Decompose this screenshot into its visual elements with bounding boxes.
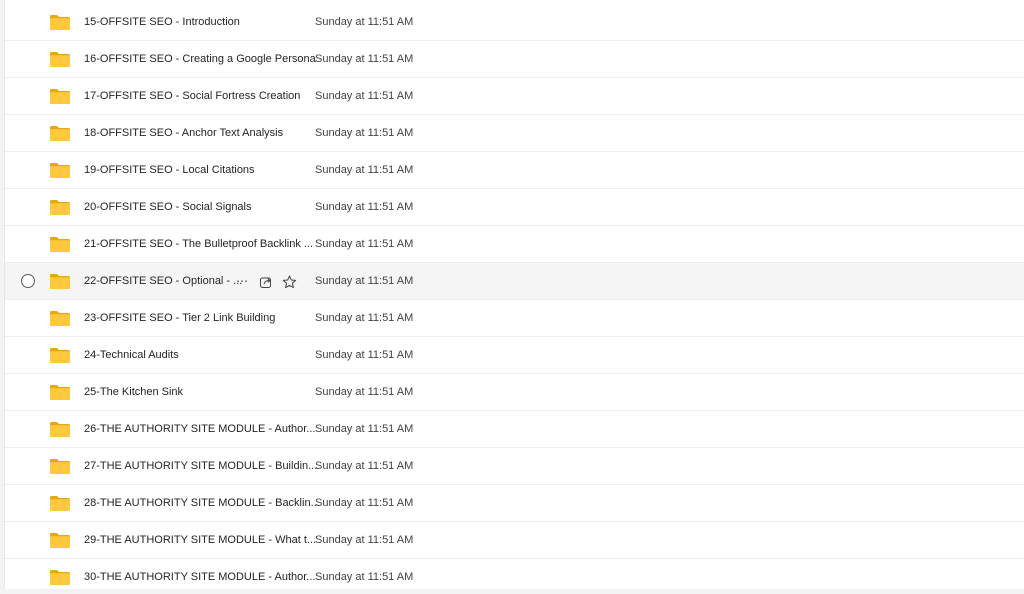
folder-icon [49, 347, 71, 364]
folder-icon [49, 569, 71, 586]
folder-icon [49, 384, 71, 401]
file-name[interactable]: 22-OFFSITE SEO - Optional - ... [84, 263, 242, 300]
folder-icon [49, 14, 71, 31]
date-modified: Sunday at 11:51 AM [315, 534, 414, 546]
file-row[interactable]: 23-OFFSITE SEO - Tier 2 Link Building Su… [5, 300, 1024, 337]
date-modified: Sunday at 11:51 AM [315, 238, 414, 250]
date-modified: Sunday at 11:51 AM [315, 90, 414, 102]
file-name[interactable]: 27-THE AUTHORITY SITE MODULE - Buildin..… [84, 448, 317, 485]
date-modified: Sunday at 11:51 AM [315, 460, 414, 472]
file-row[interactable]: 15-OFFSITE SEO - Introduction Sunday at … [5, 4, 1024, 41]
share-icon[interactable] [259, 275, 273, 289]
folder-icon [49, 495, 71, 512]
file-name[interactable]: 18-OFFSITE SEO - Anchor Text Analysis [84, 115, 283, 152]
file-row[interactable]: 26-THE AUTHORITY SITE MODULE - Author...… [5, 411, 1024, 448]
bottom-edge [0, 589, 1024, 594]
date-modified: Sunday at 11:51 AM [315, 386, 414, 398]
date-modified: Sunday at 11:51 AM [315, 201, 414, 213]
file-row[interactable]: 20-OFFSITE SEO - Social Signals Sunday a… [5, 189, 1024, 226]
file-name[interactable]: 23-OFFSITE SEO - Tier 2 Link Building [84, 300, 275, 337]
date-modified: Sunday at 11:51 AM [315, 571, 414, 583]
file-row[interactable]: 30-THE AUTHORITY SITE MODULE - Author...… [5, 559, 1024, 589]
row-actions: ⋯ [234, 273, 297, 290]
date-modified: Sunday at 11:51 AM [315, 349, 414, 361]
date-modified: Sunday at 11:51 AM [315, 53, 414, 65]
date-modified: Sunday at 11:51 AM [315, 497, 414, 509]
date-modified: Sunday at 11:51 AM [315, 275, 414, 287]
folder-icon [49, 458, 71, 475]
file-row[interactable]: 25-The Kitchen Sink Sunday at 11:51 AM [5, 374, 1024, 411]
file-name[interactable]: 25-The Kitchen Sink [84, 374, 183, 411]
file-row[interactable]: 17-OFFSITE SEO - Social Fortress Creatio… [5, 78, 1024, 115]
folder-icon [49, 532, 71, 549]
file-name[interactable]: 17-OFFSITE SEO - Social Fortress Creatio… [84, 78, 300, 115]
folder-icon [49, 421, 71, 438]
folder-icon [49, 88, 71, 105]
file-list-pane: 15-OFFSITE SEO - Introduction Sunday at … [4, 0, 1024, 589]
date-modified: Sunday at 11:51 AM [315, 127, 414, 139]
date-modified: Sunday at 11:51 AM [315, 423, 414, 435]
file-name[interactable]: 20-OFFSITE SEO - Social Signals [84, 189, 252, 226]
file-name[interactable]: 15-OFFSITE SEO - Introduction [84, 4, 240, 41]
file-row[interactable]: 16-OFFSITE SEO - Creating a Google Perso… [5, 41, 1024, 78]
file-list: 15-OFFSITE SEO - Introduction Sunday at … [5, 4, 1024, 589]
folder-icon [49, 51, 71, 68]
file-name[interactable]: 19-OFFSITE SEO - Local Citations [84, 152, 255, 189]
favorite-star-icon[interactable] [282, 275, 297, 289]
file-row[interactable]: 28-THE AUTHORITY SITE MODULE - Backlin..… [5, 485, 1024, 522]
file-name[interactable]: 30-THE AUTHORITY SITE MODULE - Author... [84, 559, 315, 589]
file-row[interactable]: 27-THE AUTHORITY SITE MODULE - Buildin..… [5, 448, 1024, 485]
folder-icon [49, 273, 71, 290]
date-modified: Sunday at 11:51 AM [315, 16, 414, 28]
file-row[interactable]: 19-OFFSITE SEO - Local Citations Sunday … [5, 152, 1024, 189]
date-modified: Sunday at 11:51 AM [315, 312, 414, 324]
folder-icon [49, 310, 71, 327]
file-name[interactable]: 26-THE AUTHORITY SITE MODULE - Author... [84, 411, 315, 448]
file-name[interactable]: 16-OFFSITE SEO - Creating a Google Perso… [84, 41, 316, 78]
file-row[interactable]: 21-OFFSITE SEO - The Bulletproof Backlin… [5, 226, 1024, 263]
file-row[interactable]: 24-Technical Audits Sunday at 11:51 AM [5, 337, 1024, 374]
file-row[interactable]: 29-THE AUTHORITY SITE MODULE - What t...… [5, 522, 1024, 559]
folder-icon [49, 125, 71, 142]
folder-icon [49, 236, 71, 253]
date-modified: Sunday at 11:51 AM [315, 164, 414, 176]
select-checkbox[interactable] [21, 274, 35, 288]
file-row[interactable]: 22-OFFSITE SEO - Optional - ... Sunday a… [5, 263, 1024, 300]
more-options-icon[interactable]: ⋯ [234, 273, 250, 290]
file-name[interactable]: 28-THE AUTHORITY SITE MODULE - Backlin..… [84, 485, 320, 522]
folder-icon [49, 199, 71, 216]
file-explorer-window: 15-OFFSITE SEO - Introduction Sunday at … [0, 0, 1024, 594]
file-row[interactable]: 18-OFFSITE SEO - Anchor Text Analysis Su… [5, 115, 1024, 152]
file-name[interactable]: 21-OFFSITE SEO - The Bulletproof Backlin… [84, 226, 313, 263]
file-name[interactable]: 29-THE AUTHORITY SITE MODULE - What t... [84, 522, 316, 559]
file-name[interactable]: 24-Technical Audits [84, 337, 179, 374]
folder-icon [49, 162, 71, 179]
